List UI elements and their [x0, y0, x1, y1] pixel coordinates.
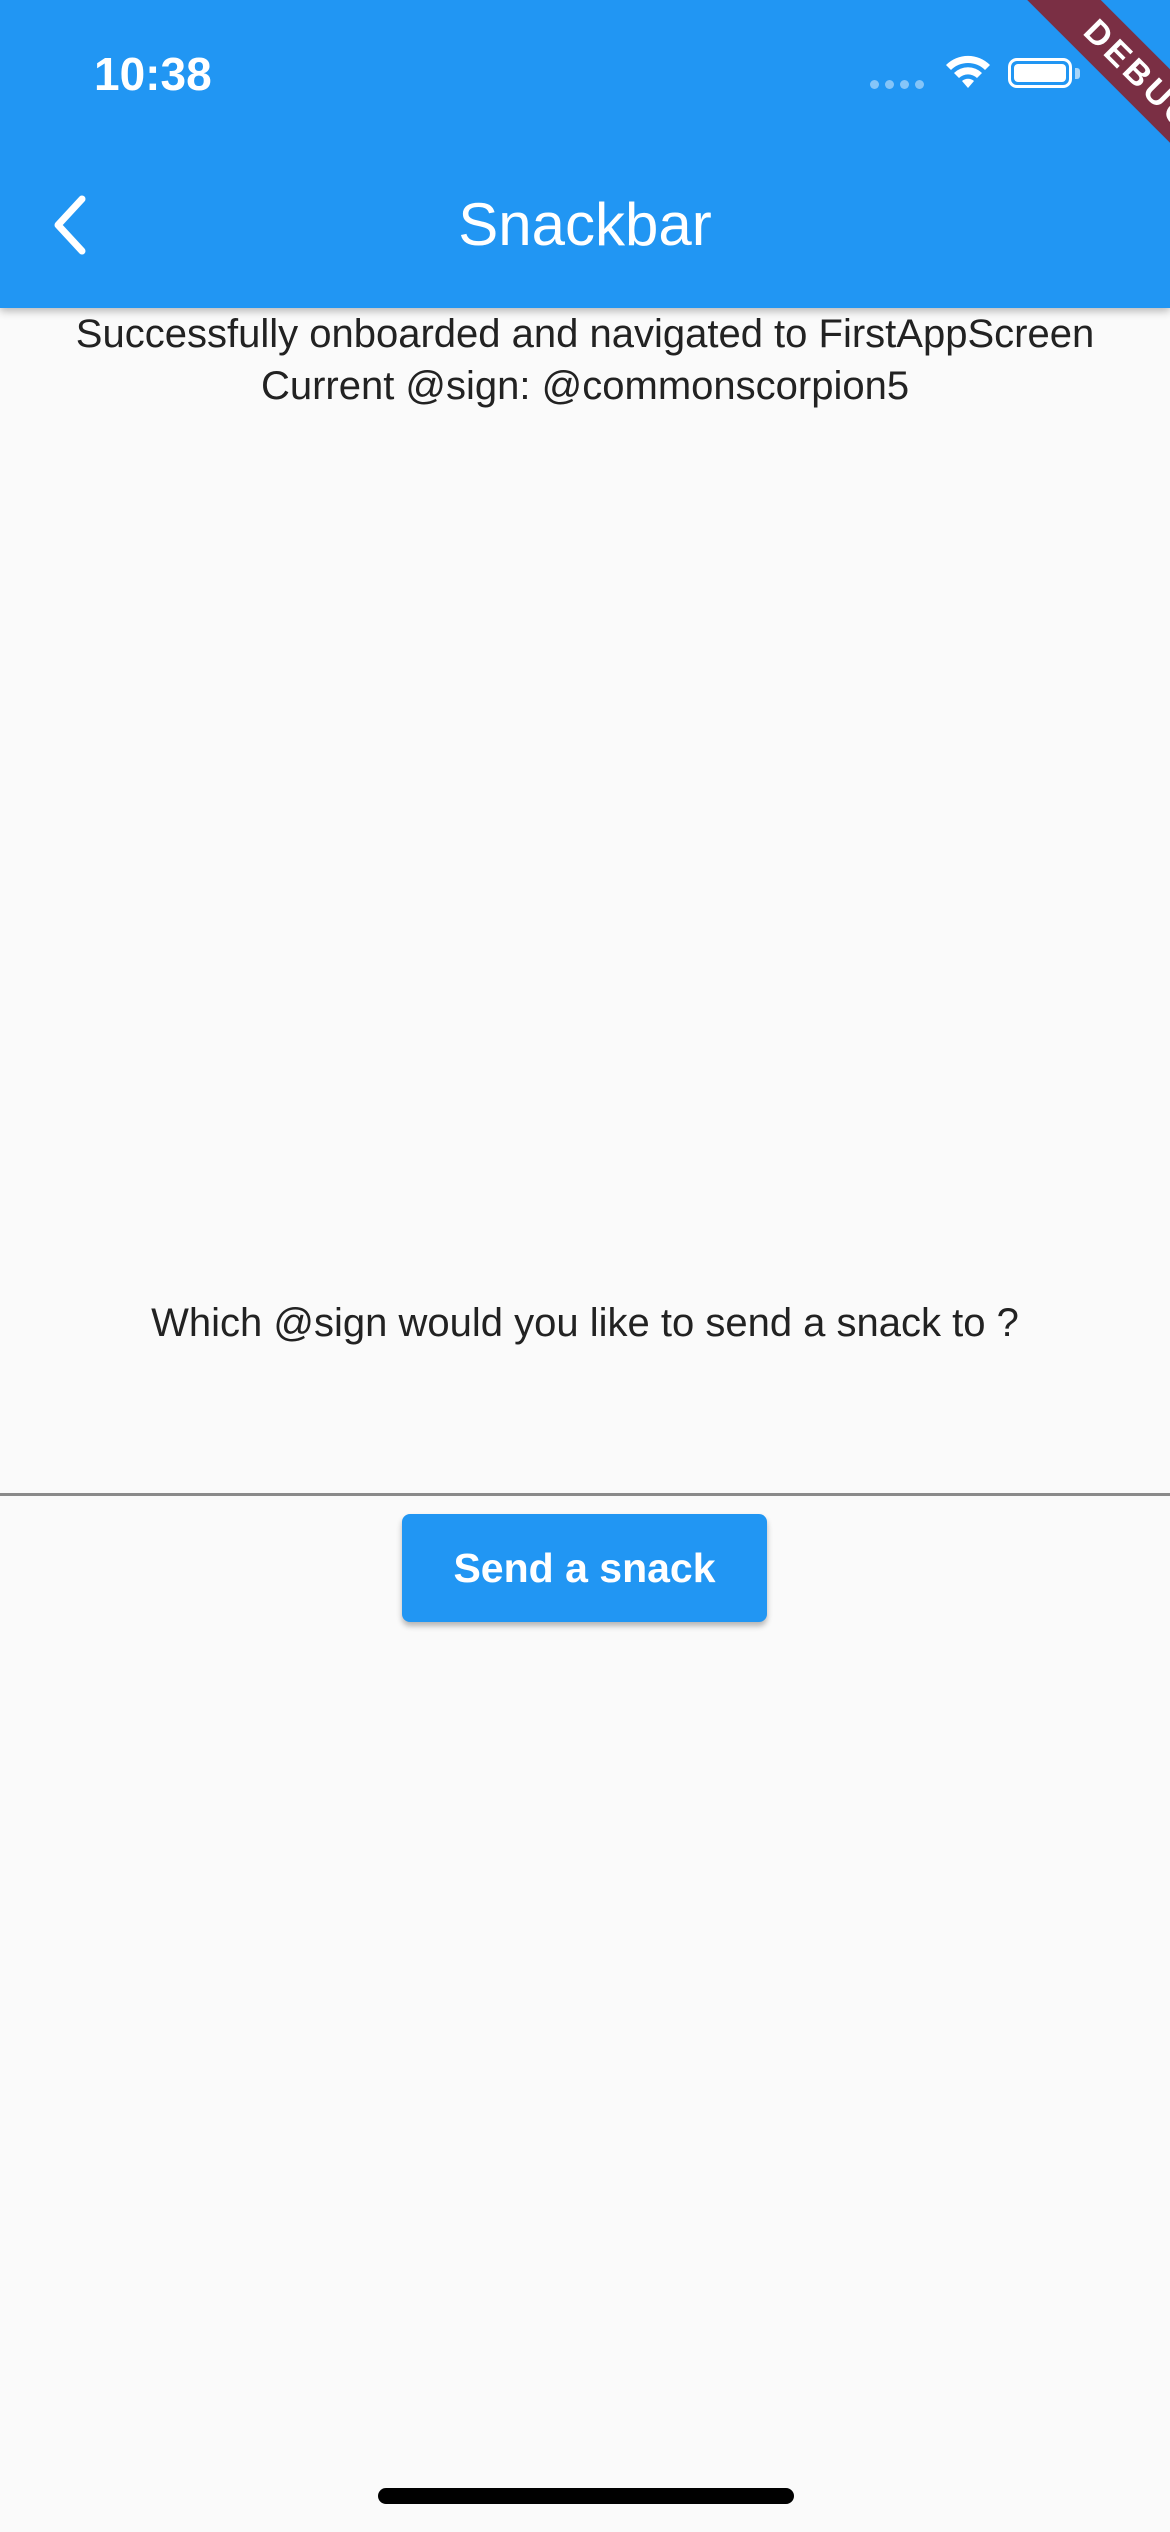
onboarding-info: Successfully onboarded and navigated to … — [0, 308, 1170, 412]
cellular-signal-icon — [870, 80, 930, 90]
status-time: 10:38 — [94, 48, 212, 100]
onboarding-status-text: Successfully onboarded and navigated to … — [75, 312, 1095, 356]
home-indicator[interactable] — [378, 2488, 794, 2504]
debug-banner-label: DEBUG — [994, 0, 1170, 220]
current-sign-text: Current @sign: @commonscorpion5 — [260, 364, 910, 408]
send-snack-button[interactable]: Send a snack — [402, 1514, 767, 1622]
recipient-prompt: Which @sign would you like to send a sna… — [151, 1301, 1019, 1345]
recipient-sign-input[interactable] — [0, 1420, 1170, 1496]
debug-banner: DEBUG — [950, 0, 1170, 220]
